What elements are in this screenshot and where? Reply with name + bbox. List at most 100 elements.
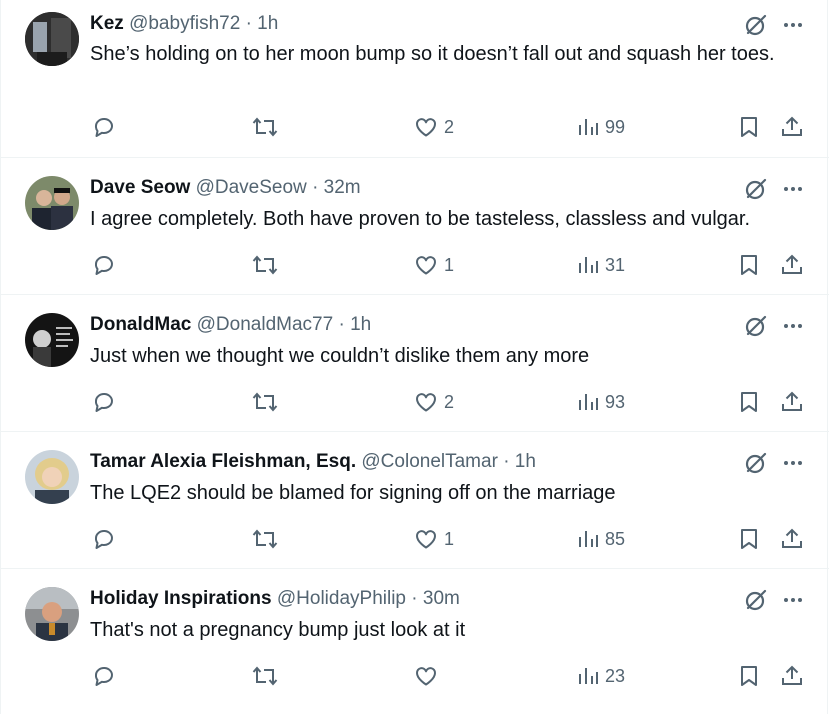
repost-icon (252, 666, 278, 686)
reply-feed: Kez @babyfish72 · 1h She’s holding on to… (0, 0, 829, 714)
tweet-header: Dave Seow @DaveSeow · 32m (90, 176, 739, 200)
avatar[interactable] (25, 176, 79, 230)
display-name[interactable]: Dave Seow (90, 177, 190, 198)
separator-dot: · (312, 177, 319, 198)
share-icon (782, 528, 802, 548)
like-button[interactable] (414, 663, 444, 689)
user-handle[interactable]: @DonaldMac77 (197, 314, 334, 335)
view-count: 23 (605, 665, 626, 686)
like-count: 2 (444, 116, 455, 137)
more-icon[interactable] (781, 177, 805, 201)
bookmark-button[interactable] (738, 663, 760, 689)
repost-button[interactable] (251, 114, 279, 140)
avatar[interactable] (25, 587, 79, 641)
repost-icon (252, 117, 278, 137)
share-icon (782, 391, 802, 411)
reply-tweet[interactable]: Dave Seow @DaveSeow · 32m I agree comple… (1, 158, 829, 295)
reply-icon (94, 118, 113, 137)
like-count: 1 (444, 528, 455, 549)
bookmark-icon (741, 666, 757, 686)
timestamp[interactable]: 1h (257, 13, 278, 34)
heart-icon (416, 256, 436, 275)
grok-icon[interactable] (743, 587, 769, 613)
grok-icon[interactable] (743, 176, 769, 202)
grok-icon[interactable] (743, 450, 769, 476)
bookmark-icon (741, 255, 757, 275)
bookmark-icon (741, 392, 757, 412)
reply-button[interactable] (92, 663, 116, 689)
tweet-text: The LQE2 should be blamed for signing of… (90, 482, 616, 504)
like-button[interactable]: 2 (414, 389, 454, 415)
more-icon[interactable] (781, 13, 805, 37)
reply-icon (94, 393, 113, 412)
user-handle[interactable]: @ColonelTamar (361, 451, 498, 472)
user-handle[interactable]: @HolidayPhilip (277, 588, 406, 609)
views-button[interactable]: 85 (577, 526, 625, 552)
display-name[interactable]: Kez (90, 13, 124, 34)
views-button[interactable]: 93 (577, 389, 625, 415)
share-button[interactable] (780, 114, 804, 140)
avatar[interactable] (25, 450, 79, 504)
tweet-header: Tamar Alexia Fleishman, Esq. @ColonelTam… (90, 450, 739, 474)
more-icon[interactable] (781, 314, 805, 338)
view-count: 85 (605, 528, 626, 549)
bookmark-button[interactable] (738, 252, 760, 278)
views-icon (579, 668, 598, 684)
share-button[interactable] (780, 389, 804, 415)
share-button[interactable] (780, 252, 804, 278)
reply-button[interactable] (92, 252, 116, 278)
timestamp[interactable]: 1h (515, 451, 536, 472)
more-icon[interactable] (781, 588, 805, 612)
user-handle[interactable]: @babyfish72 (129, 13, 240, 34)
views-button[interactable]: 23 (577, 663, 625, 689)
repost-button[interactable] (251, 389, 279, 415)
more-icon[interactable] (781, 451, 805, 475)
timestamp[interactable]: 1h (350, 314, 371, 335)
tweet-header: DonaldMac @DonaldMac77 · 1h (90, 313, 739, 337)
grok-icon[interactable] (743, 12, 769, 38)
heart-icon (416, 118, 436, 137)
repost-icon (252, 529, 278, 549)
display-name[interactable]: DonaldMac (90, 314, 191, 335)
tweet-text: That's not a pregnancy bump just look at… (90, 619, 466, 641)
bookmark-button[interactable] (738, 526, 760, 552)
share-icon (782, 665, 802, 685)
views-icon (579, 257, 598, 273)
views-button[interactable]: 99 (577, 114, 625, 140)
views-button[interactable]: 31 (577, 252, 625, 278)
repost-button[interactable] (251, 663, 279, 689)
reply-tweet[interactable]: DonaldMac @DonaldMac77 · 1h Just when we… (1, 295, 829, 432)
like-button[interactable]: 1 (414, 252, 454, 278)
reply-tweet[interactable]: Holiday Inspirations @HolidayPhilip · 30… (1, 569, 829, 714)
avatar[interactable] (25, 12, 79, 66)
reply-tweet[interactable]: Tamar Alexia Fleishman, Esq. @ColonelTam… (1, 432, 829, 569)
reply-button[interactable] (92, 389, 116, 415)
reply-icon (94, 667, 113, 686)
user-handle[interactable]: @DaveSeow (196, 177, 307, 198)
like-button[interactable]: 1 (414, 526, 454, 552)
reply-tweet[interactable]: Kez @babyfish72 · 1h She’s holding on to… (1, 0, 829, 158)
bookmark-button[interactable] (738, 389, 760, 415)
like-count: 2 (444, 391, 455, 412)
like-count: 1 (444, 254, 455, 275)
like-button[interactable]: 2 (414, 114, 454, 140)
display-name[interactable]: Holiday Inspirations (90, 588, 272, 609)
bookmark-button[interactable] (738, 114, 760, 140)
view-count: 93 (605, 391, 626, 412)
share-button[interactable] (780, 526, 804, 552)
timestamp[interactable]: 30m (423, 588, 460, 609)
views-icon (579, 394, 598, 410)
tweet-header: Holiday Inspirations @HolidayPhilip · 30… (90, 587, 739, 611)
timestamp[interactable]: 32m (324, 177, 361, 198)
display-name[interactable]: Tamar Alexia Fleishman, Esq. (90, 451, 356, 472)
avatar[interactable] (25, 313, 79, 367)
share-button[interactable] (780, 663, 804, 689)
grok-icon[interactable] (743, 313, 769, 339)
repost-button[interactable] (251, 252, 279, 278)
tweet-text: Just when we thought we couldn’t dislike… (90, 345, 590, 367)
heart-icon (416, 393, 436, 412)
reply-button[interactable] (92, 526, 116, 552)
repost-button[interactable] (251, 526, 279, 552)
reply-button[interactable] (92, 114, 116, 140)
reply-icon (94, 530, 113, 549)
